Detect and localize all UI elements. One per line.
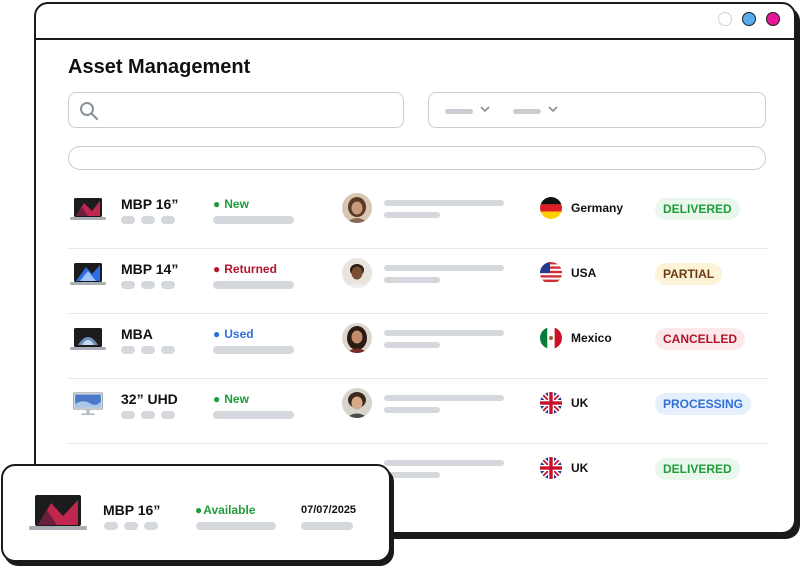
device-status: ● Returned bbox=[213, 262, 277, 276]
macbook-air-icon bbox=[70, 328, 106, 350]
country-label: Germany bbox=[571, 201, 624, 215]
table-row[interactable]: MBA ● Used Mexico CANCELLED bbox=[68, 314, 768, 379]
placeholder-pill bbox=[161, 216, 175, 224]
country-label: UK bbox=[571, 461, 589, 475]
device-status: ● Used bbox=[213, 327, 254, 341]
macbook-pro-icon bbox=[70, 263, 106, 285]
asset-detail-card[interactable]: MBP 16” ●Available 07/07/2025 bbox=[1, 464, 391, 562]
placeholder-line bbox=[384, 330, 504, 336]
status-label: Used bbox=[224, 327, 254, 341]
status-badge: PROCESSING bbox=[655, 393, 752, 415]
status-badge: CANCELLED bbox=[655, 328, 745, 350]
filter-bar bbox=[428, 92, 766, 128]
app-window: Asset Management MBP 16” ● New Germany D… bbox=[34, 2, 796, 534]
table-row[interactable]: 32” UHD ● New UK PROCESSING bbox=[68, 379, 768, 444]
search-input[interactable] bbox=[105, 99, 389, 123]
status-dot-icon: ● bbox=[213, 262, 221, 276]
search-icon bbox=[80, 102, 99, 121]
placeholder-pill bbox=[161, 281, 175, 289]
placeholder-pill bbox=[141, 346, 155, 354]
device-name: MBP 14” bbox=[121, 261, 179, 277]
placeholder-pill bbox=[121, 346, 135, 354]
placeholder-line bbox=[384, 265, 504, 271]
device-status: ●Available bbox=[195, 503, 256, 517]
status-label: New bbox=[224, 392, 249, 406]
device-status: ● New bbox=[213, 197, 249, 211]
placeholder-line bbox=[384, 342, 440, 348]
placeholder-line bbox=[384, 212, 440, 218]
avatar[interactable] bbox=[342, 258, 372, 288]
placeholder-pill bbox=[124, 522, 138, 530]
status-label: Returned bbox=[224, 262, 277, 276]
avatar[interactable] bbox=[342, 323, 372, 353]
placeholder-pill bbox=[141, 216, 155, 224]
placeholder-pill bbox=[144, 522, 158, 530]
avatar[interactable] bbox=[342, 388, 372, 418]
status-badge: PARTIAL bbox=[655, 263, 723, 285]
device-name: 32” UHD bbox=[121, 391, 178, 407]
germany-flag-icon bbox=[540, 197, 562, 219]
chevron-down-icon bbox=[480, 106, 490, 113]
status-badge: DELIVERED bbox=[655, 198, 740, 220]
placeholder-pill bbox=[121, 411, 135, 419]
window-control-dot-white[interactable] bbox=[718, 12, 732, 26]
status-dot-icon: ● bbox=[195, 503, 203, 517]
placeholder-line bbox=[384, 472, 440, 478]
uk-flag-icon bbox=[540, 457, 562, 479]
chevron-down-icon bbox=[548, 106, 558, 113]
search-box[interactable] bbox=[68, 92, 404, 128]
placeholder-line bbox=[384, 395, 504, 401]
placeholder-line bbox=[384, 460, 504, 466]
table-row[interactable]: MBP 16” ● New Germany DELIVERED bbox=[68, 184, 768, 249]
placeholder-bar bbox=[213, 216, 294, 224]
mexico-flag-icon bbox=[540, 327, 562, 349]
country-label: UK bbox=[571, 396, 589, 410]
placeholder-pill bbox=[161, 346, 175, 354]
status-label: New bbox=[224, 197, 249, 211]
placeholder-line bbox=[384, 277, 440, 283]
placeholder-pill bbox=[161, 411, 175, 419]
placeholder-pill bbox=[141, 411, 155, 419]
placeholder-bar bbox=[213, 411, 294, 419]
country-label: Mexico bbox=[571, 331, 612, 345]
table-row[interactable]: MBP 14” ● Returned USA PARTIAL bbox=[68, 249, 768, 314]
usa-flag-icon bbox=[540, 262, 562, 284]
device-name: MBP 16” bbox=[121, 196, 179, 212]
title-bar bbox=[36, 4, 794, 40]
filter-label-placeholder bbox=[513, 109, 541, 114]
placeholder-bar bbox=[301, 522, 353, 530]
page-title: Asset Management bbox=[68, 56, 251, 78]
device-name: MBP 16” bbox=[103, 502, 161, 518]
monitor-icon bbox=[73, 392, 103, 416]
filter-label-placeholder bbox=[445, 109, 473, 114]
table-header-bar bbox=[68, 146, 766, 170]
avatar[interactable] bbox=[342, 193, 372, 223]
status-label: Available bbox=[203, 503, 256, 517]
status-badge: DELIVERED bbox=[655, 458, 740, 480]
device-status: ● New bbox=[213, 392, 249, 406]
status-dot-icon: ● bbox=[213, 197, 221, 211]
macbook-pro-icon bbox=[70, 198, 106, 220]
device-name: MBA bbox=[121, 326, 153, 342]
placeholder-pill bbox=[141, 281, 155, 289]
date-label: 07/07/2025 bbox=[301, 504, 357, 516]
country-label: USA bbox=[571, 266, 597, 280]
placeholder-bar bbox=[213, 346, 294, 354]
placeholder-bar bbox=[196, 522, 276, 530]
placeholder-pill bbox=[104, 522, 118, 530]
status-dot-icon: ● bbox=[213, 392, 221, 406]
placeholder-line bbox=[384, 200, 504, 206]
status-dot-icon: ● bbox=[213, 327, 221, 341]
window-control-dot-blue[interactable] bbox=[742, 12, 756, 26]
placeholder-pill bbox=[121, 216, 135, 224]
placeholder-bar bbox=[213, 281, 294, 289]
window-control-dot-magenta[interactable] bbox=[766, 12, 780, 26]
placeholder-line bbox=[384, 407, 440, 413]
placeholder-pill bbox=[121, 281, 135, 289]
macbook-pro-icon bbox=[29, 495, 87, 530]
uk-flag-icon bbox=[540, 392, 562, 414]
